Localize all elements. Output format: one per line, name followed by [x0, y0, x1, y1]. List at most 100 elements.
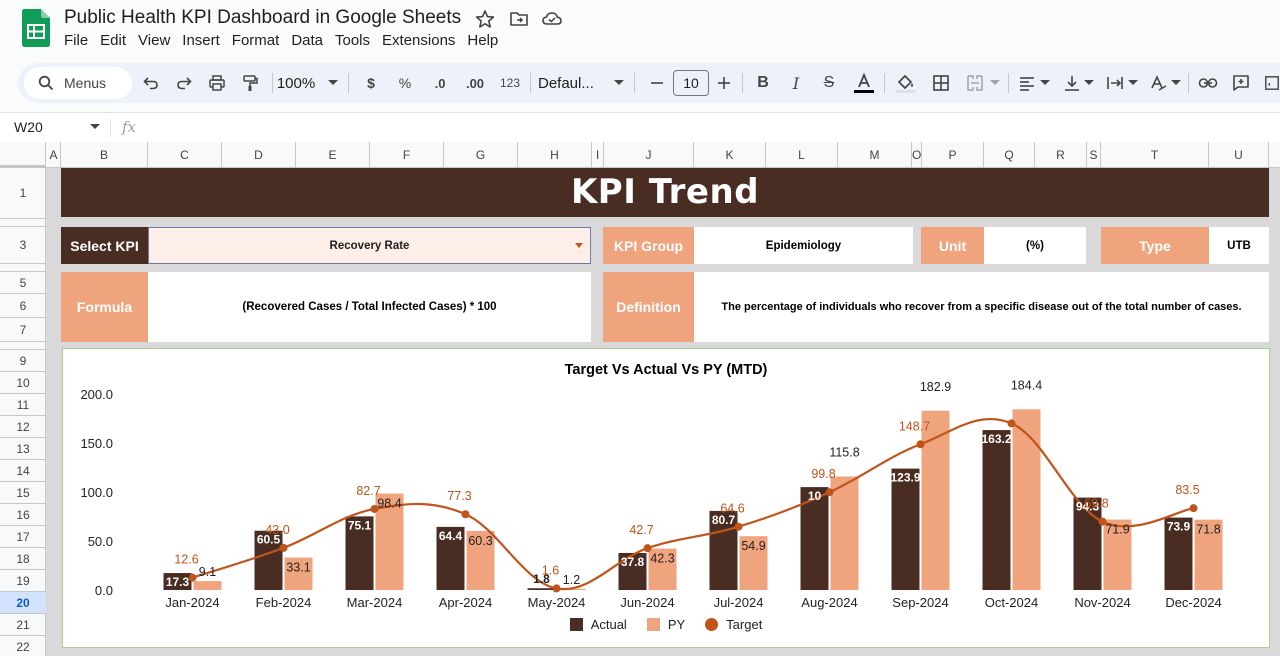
row-header[interactable]: 20 — [0, 592, 46, 614]
row-header[interactable] — [0, 342, 46, 350]
row-header[interactable] — [0, 219, 46, 227]
legend-label-py: PY — [667, 617, 686, 632]
rotation-dropdown-icon[interactable] — [1171, 71, 1181, 95]
text-rotation-icon[interactable] — [1147, 71, 1169, 95]
column-header[interactable]: R — [1035, 142, 1087, 168]
merge-cells-icon[interactable] — [964, 71, 986, 95]
cloud-saved-icon[interactable] — [541, 8, 563, 30]
sheets-logo-icon[interactable] — [22, 9, 50, 47]
currency-format-button[interactable]: $ — [362, 71, 380, 95]
insert-comment-icon[interactable] — [1230, 71, 1252, 95]
column-header[interactable]: C — [148, 142, 222, 168]
paint-format-icon[interactable] — [239, 71, 261, 95]
row-header[interactable]: 9 — [0, 350, 46, 372]
row-header[interactable]: 15 — [0, 482, 46, 504]
row-header[interactable]: 7 — [0, 318, 46, 342]
column-header[interactable]: J — [604, 142, 694, 168]
zoom-select[interactable]: 100% — [276, 71, 316, 95]
column-header[interactable]: E — [296, 142, 370, 168]
fill-color-icon[interactable] — [894, 71, 918, 95]
column-header[interactable]: U — [1209, 142, 1269, 168]
column-header[interactable]: B — [61, 142, 148, 168]
row-header[interactable]: 5 — [0, 272, 46, 294]
menu-extensions[interactable]: Extensions — [376, 32, 461, 52]
bold-icon[interactable]: B — [752, 71, 774, 95]
increase-font-size-icon[interactable] — [713, 71, 735, 95]
name-box[interactable]: W20 — [14, 119, 43, 135]
column-header[interactable]: Q — [984, 142, 1035, 168]
font-dropdown-icon[interactable] — [612, 71, 626, 95]
increase-decimal-button[interactable]: .00 — [460, 71, 490, 95]
row-header[interactable]: 1 — [0, 168, 46, 219]
row-header[interactable]: 6 — [0, 294, 46, 318]
sheet-grid[interactable]: ABCDEFGHIJKLMOPQRSTU 1 3 5 6 7 9 10 11 12 13 14 15 1… — [0, 142, 1280, 656]
menu-format[interactable]: Format — [226, 32, 286, 52]
row-header[interactable]: 12 — [0, 416, 46, 438]
borders-icon[interactable] — [930, 71, 952, 95]
decrease-decimal-button[interactable]: .0 — [427, 71, 453, 95]
merge-dropdown-icon[interactable] — [990, 71, 1000, 95]
menu-tools[interactable]: Tools — [329, 32, 376, 52]
row-header[interactable]: 14 — [0, 460, 46, 482]
column-header[interactable]: L — [766, 142, 838, 168]
more-formats-button[interactable]: 123 — [496, 71, 524, 95]
row-header[interactable]: 10 — [0, 372, 46, 394]
document-title[interactable]: Public Health KPI Dashboard in Google Sh… — [64, 7, 461, 29]
zoom-dropdown-icon[interactable] — [326, 71, 340, 95]
menus-search-button[interactable]: Menus — [24, 67, 132, 99]
dropdown-arrow-icon[interactable] — [575, 243, 583, 248]
menu-edit[interactable]: Edit — [94, 32, 132, 52]
star-icon[interactable] — [474, 8, 496, 30]
chart-target-actual-py[interactable]: Target Vs Actual Vs PY (MTD) 200.0 150.0 1… — [62, 348, 1270, 648]
row-header[interactable]: 19 — [0, 570, 46, 592]
select-all-corner[interactable] — [0, 142, 46, 168]
column-header[interactable]: T — [1101, 142, 1209, 168]
column-header[interactable]: S — [1087, 142, 1101, 168]
decrease-font-size-icon[interactable] — [646, 71, 668, 95]
undo-icon[interactable] — [140, 71, 162, 95]
halign-dropdown-icon[interactable] — [1040, 71, 1050, 95]
strikethrough-icon[interactable]: S — [818, 71, 840, 95]
row-header[interactable]: 21 — [0, 614, 46, 636]
column-header[interactable]: M — [838, 142, 912, 168]
text-wrapping-icon[interactable] — [1104, 71, 1126, 95]
row-header[interactable]: 13 — [0, 438, 46, 460]
row-header[interactable]: 3 — [0, 227, 46, 264]
menu-file[interactable]: File — [58, 32, 94, 52]
text-color-icon[interactable] — [852, 71, 876, 95]
vertical-align-icon[interactable] — [1061, 71, 1083, 95]
column-header[interactable]: G — [444, 142, 518, 168]
font-size-input[interactable]: 10 — [673, 70, 709, 96]
column-header[interactable]: A — [47, 142, 61, 168]
row-header[interactable]: 11 — [0, 394, 46, 416]
name-box-dropdown-icon[interactable] — [90, 124, 100, 130]
insert-link-icon[interactable] — [1197, 71, 1219, 95]
valign-dropdown-icon[interactable] — [1084, 71, 1094, 95]
menu-insert[interactable]: Insert — [176, 32, 226, 52]
row-header[interactable]: 22 — [0, 636, 46, 656]
font-family-select[interactable]: Defaul... — [538, 71, 610, 95]
move-folder-icon[interactable] — [508, 8, 530, 30]
row-header[interactable]: 18 — [0, 548, 46, 570]
insert-chart-icon[interactable] — [1264, 71, 1280, 95]
column-header[interactable]: F — [370, 142, 444, 168]
print-icon[interactable] — [206, 71, 228, 95]
row-header[interactable]: 17 — [0, 526, 46, 548]
column-header[interactable]: K — [694, 142, 766, 168]
column-header[interactable]: I — [592, 142, 604, 168]
italic-icon[interactable]: I — [785, 71, 807, 95]
column-header[interactable]: O — [912, 142, 922, 168]
menu-help[interactable]: Help — [461, 32, 504, 52]
wrap-dropdown-icon[interactable] — [1128, 71, 1138, 95]
menu-view[interactable]: View — [132, 32, 176, 52]
menu-data[interactable]: Data — [285, 32, 329, 52]
column-header[interactable]: P — [922, 142, 984, 168]
redo-icon[interactable] — [173, 71, 195, 95]
kpi-select-dropdown[interactable]: Recovery Rate — [148, 227, 591, 264]
row-header[interactable]: 16 — [0, 504, 46, 526]
column-header[interactable]: D — [222, 142, 296, 168]
horizontal-align-icon[interactable] — [1016, 71, 1038, 95]
row-header[interactable] — [0, 264, 46, 272]
column-header[interactable]: H — [518, 142, 592, 168]
percent-format-button[interactable]: % — [394, 71, 416, 95]
